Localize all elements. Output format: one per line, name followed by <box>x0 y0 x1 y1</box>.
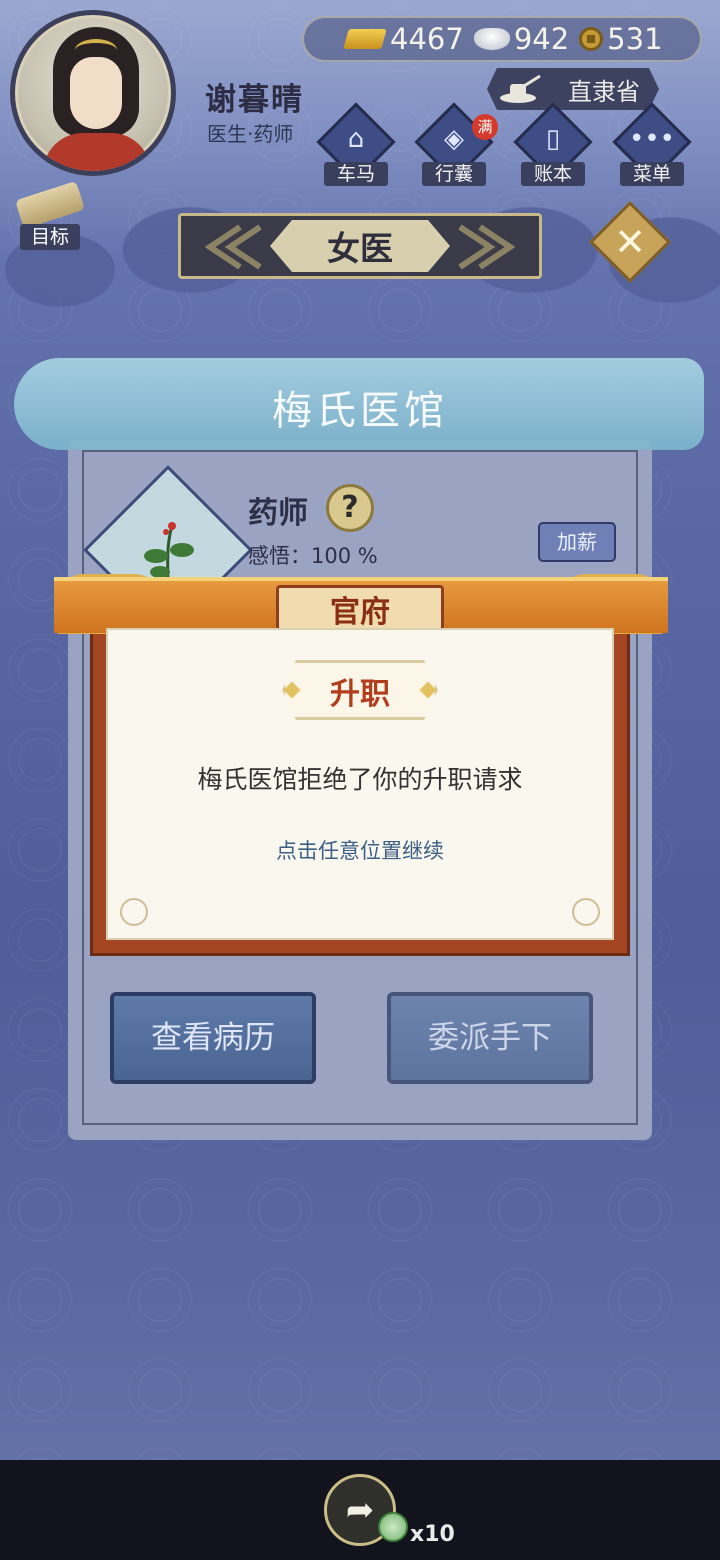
modal-message: 梅氏医馆拒绝了你的升职请求 <box>197 765 523 794</box>
jade-token-icon <box>378 1512 408 1542</box>
share-reward-count: x10 <box>410 1522 455 1547</box>
corner-ornament-right <box>572 898 600 926</box>
continue-hint[interactable]: 点击任意位置继续 <box>106 835 614 865</box>
modal-header-title: 官府 <box>330 595 390 630</box>
corner-ornament-left <box>120 898 148 926</box>
share-arrow-icon: ➦ <box>345 1490 375 1530</box>
promotion-title: 升职 <box>330 677 390 712</box>
